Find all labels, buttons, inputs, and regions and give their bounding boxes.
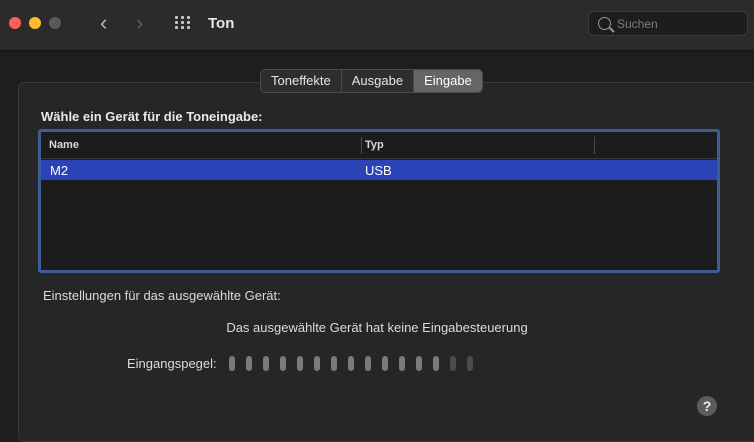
level-segment bbox=[467, 356, 473, 371]
tab-bar: Toneffekte Ausgabe Eingabe bbox=[260, 69, 483, 93]
title-bar: ‹ › Ton bbox=[0, 0, 754, 51]
level-segment bbox=[246, 356, 252, 371]
column-header-type[interactable]: Typ bbox=[365, 139, 384, 151]
tab-toneffekte[interactable]: Toneffekte bbox=[261, 70, 342, 92]
table-header: Name Typ bbox=[41, 132, 717, 159]
level-segment bbox=[263, 356, 269, 371]
level-segment bbox=[229, 356, 235, 371]
close-window-button[interactable] bbox=[9, 17, 21, 29]
column-header-name[interactable]: Name bbox=[49, 139, 79, 151]
chevron-right-icon[interactable]: › bbox=[136, 11, 143, 35]
level-segment bbox=[433, 356, 439, 371]
zoom-window-button[interactable] bbox=[49, 17, 61, 29]
level-segment bbox=[280, 356, 286, 371]
level-segment bbox=[416, 356, 422, 371]
tab-ausgabe[interactable]: Ausgabe bbox=[342, 70, 415, 92]
device-type-cell: USB bbox=[365, 163, 392, 178]
search-field[interactable] bbox=[588, 11, 748, 36]
chevron-left-icon[interactable]: ‹ bbox=[100, 11, 107, 35]
level-segment bbox=[365, 356, 371, 371]
column-divider[interactable] bbox=[594, 137, 595, 154]
input-level-label: Eingangspegel: bbox=[127, 356, 217, 371]
level-segment bbox=[450, 356, 456, 371]
level-segment bbox=[314, 356, 320, 371]
no-input-control-message: Das ausgewählte Gerät hat keine Eingabes… bbox=[226, 320, 528, 335]
input-device-table[interactable]: Name Typ M2 USB bbox=[38, 129, 720, 273]
input-device-heading: Wähle ein Gerät für die Toneingabe: bbox=[41, 109, 263, 124]
device-name-cell: M2 bbox=[50, 163, 69, 178]
minimize-window-button[interactable] bbox=[29, 17, 41, 29]
device-settings-label: Einstellungen für das ausgewählte Gerät: bbox=[43, 288, 281, 303]
tab-eingabe[interactable]: Eingabe bbox=[414, 70, 482, 92]
help-icon[interactable]: ? bbox=[697, 396, 717, 416]
level-segment bbox=[297, 356, 303, 371]
window-title: Ton bbox=[208, 15, 235, 32]
level-segment bbox=[382, 356, 388, 371]
column-divider[interactable] bbox=[361, 137, 362, 154]
level-segment bbox=[399, 356, 405, 371]
table-row[interactable]: M2 USB bbox=[41, 160, 717, 180]
search-input[interactable] bbox=[617, 15, 742, 32]
search-icon bbox=[598, 17, 611, 30]
show-all-grid-icon[interactable] bbox=[175, 16, 191, 30]
level-segment bbox=[348, 356, 354, 371]
level-segment bbox=[331, 356, 337, 371]
